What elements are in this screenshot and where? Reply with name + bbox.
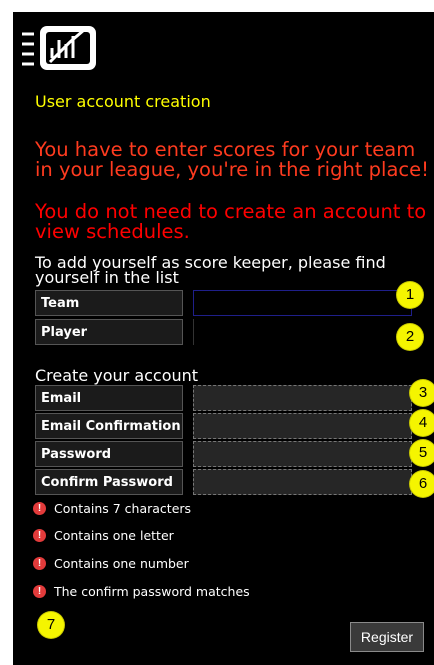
- player-input[interactable]: [193, 319, 403, 345]
- menu-icon: [22, 26, 96, 70]
- confirm-password-label: Confirm Password: [35, 469, 183, 495]
- create-account-heading: Create your account: [35, 366, 199, 385]
- app-frame: User account creation You have to enter …: [13, 12, 434, 665]
- exclamation-icon: !: [33, 557, 46, 570]
- annotation-badge-1: 1: [397, 282, 423, 308]
- rule-text: Contains 7 characters: [54, 501, 192, 516]
- find-yourself-instruction: To add yourself as score keeper, please …: [35, 253, 386, 287]
- menu-logo-button[interactable]: [20, 22, 100, 74]
- email-confirmation-input[interactable]: [193, 413, 412, 439]
- confirm-password-input[interactable]: [193, 469, 412, 495]
- schedules-message: You do not need to create an account to …: [35, 200, 427, 243]
- exclamation-icon: !: [33, 529, 46, 542]
- rule-text: Contains one letter: [54, 528, 174, 543]
- password-input[interactable]: [193, 441, 412, 467]
- rule-text: Contains one number: [54, 556, 189, 571]
- page-title: User account creation: [35, 92, 211, 111]
- team-input[interactable]: [193, 290, 412, 316]
- annotation-badge-4: 4: [410, 410, 434, 436]
- email-input[interactable]: [193, 385, 412, 411]
- annotation-badge-6: 6: [410, 471, 434, 497]
- password-label: Password: [35, 441, 183, 467]
- team-label: Team: [35, 290, 183, 316]
- scores-message: You have to enter scores for your team i…: [35, 138, 429, 181]
- annotation-badge-7: 7: [38, 612, 64, 638]
- email-confirmation-label: Email Confirmation: [35, 413, 183, 439]
- player-label: Player: [35, 319, 183, 345]
- annotation-badge-3: 3: [410, 380, 434, 406]
- register-button[interactable]: Register: [350, 622, 424, 652]
- exclamation-icon: !: [33, 502, 46, 515]
- email-label: Email: [35, 385, 183, 411]
- annotation-badge-5: 5: [410, 440, 434, 466]
- annotation-badge-2: 2: [397, 324, 423, 350]
- rule-text: The confirm password matches: [54, 584, 250, 599]
- exclamation-icon: !: [33, 585, 46, 598]
